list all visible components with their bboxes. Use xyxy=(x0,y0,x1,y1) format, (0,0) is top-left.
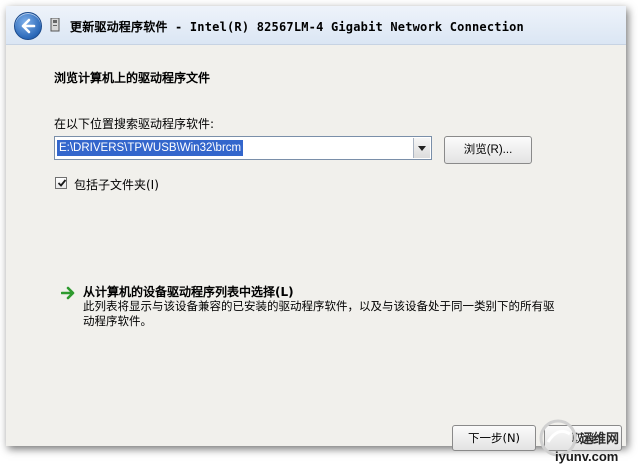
network-device-icon xyxy=(50,18,60,32)
back-button[interactable] xyxy=(14,12,42,40)
window-title: 更新驱动程序软件 - Intel(R) 82567LM-4 Gigabit Ne… xyxy=(70,20,524,34)
pick-from-list-description: 此列表将显示与该设备兼容的已安装的驱动程序软件，以及与该设备处于同一类别下的所有… xyxy=(83,299,555,328)
dialog-window: 更新驱动程序软件 - Intel(R) 82567LM-4 Gigabit Ne… xyxy=(6,6,626,446)
chevron-down-icon xyxy=(418,146,426,151)
window-shell: 更新驱动程序软件 - Intel(R) 82567LM-4 Gigabit Ne… xyxy=(0,0,638,470)
path-input-value[interactable]: E:\DRIVERS\TPWUSB\Win32\brcm xyxy=(57,140,244,156)
watermark-url: iyunv.com xyxy=(555,449,619,464)
checkmark-icon xyxy=(57,179,67,187)
path-dropdown-button[interactable] xyxy=(413,138,430,158)
back-arrow-icon xyxy=(21,18,36,34)
browse-button[interactable]: 浏览(R)... xyxy=(444,136,532,164)
next-button[interactable]: 下一步(N) xyxy=(452,425,536,451)
path-combobox[interactable]: E:\DRIVERS\TPWUSB\Win32\brcm xyxy=(54,136,432,160)
title-bar: 更新驱动程序软件 - Intel(R) 82567LM-4 Gigabit Ne… xyxy=(6,6,626,45)
search-location-label: 在以下位置搜索驱动程序软件: xyxy=(54,117,215,131)
watermark-text: 运维网 xyxy=(580,432,620,447)
green-arrow-icon xyxy=(61,286,75,300)
include-subfolders-label[interactable]: 包括子文件夹(I) xyxy=(74,176,159,193)
pick-from-list-link[interactable]: 从计算机的设备驱动程序列表中选择(L) xyxy=(83,283,294,300)
include-subfolders-checkbox[interactable] xyxy=(55,177,67,189)
page-heading: 浏览计算机上的驱动程序文件 xyxy=(54,71,211,85)
